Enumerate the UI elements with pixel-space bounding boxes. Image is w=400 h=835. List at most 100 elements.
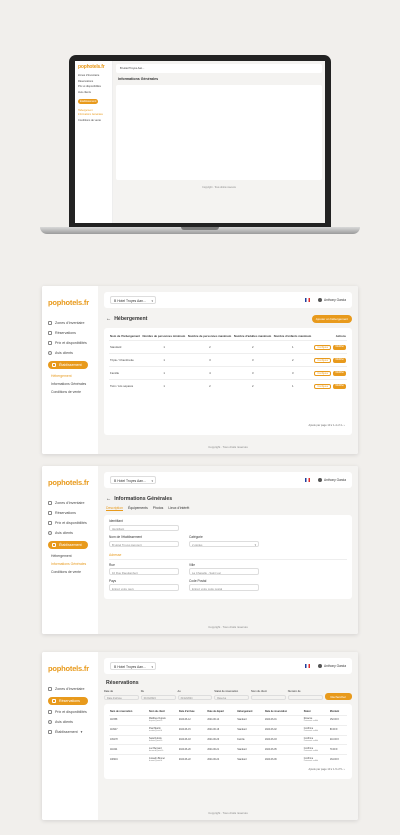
filter-input[interactable] [287, 694, 323, 700]
sidebar-subitem-infos[interactable]: Informations Générales [51, 382, 90, 386]
sidebar-item-reservations[interactable]: Réservations [48, 697, 88, 705]
sidebar-subitem-hebergement[interactable]: Hébergement [51, 554, 90, 558]
sidebar-item-avis[interactable]: Avis clients [48, 531, 90, 535]
panel-infos: pophotels.fr Zones d'Inventaire Réservat… [42, 466, 358, 634]
column-header[interactable]: Date d'arrivée [178, 708, 206, 716]
pagination[interactable]: Ajouts par page 10 ▾ 1-5 of 5 ‹ › [111, 768, 345, 771]
table-row[interactable]: 108219 Josselin Brunet brunet@mail.fr 202… [109, 754, 347, 764]
table-row[interactable]: Famille 1 4 3 3 Configurer Modifier [109, 366, 347, 380]
filter-input[interactable] [251, 694, 286, 700]
column-header[interactable]: Num de réservation [109, 708, 148, 716]
sidebar-subitem-conditions[interactable]: Conditions de vente [51, 570, 90, 574]
table-row[interactable]: 111558 Matthieu Dupuis dupuis@mail.fr 202… [109, 715, 347, 726]
table-row[interactable]: Triple / Chambrette 1 3 3 2 Configurer Mo… [109, 353, 347, 367]
sidebar-item-avis[interactable]: Avis clients [48, 720, 90, 724]
brand-logo[interactable]: pophotels.fr [48, 298, 90, 307]
cell-booking-date: 2024-06-05 [263, 744, 303, 755]
table-row[interactable]: Twin / Lits séparés 1 2 2 1 Configurer Mo… [109, 379, 347, 392]
modify-button[interactable]: Modifier [333, 357, 346, 363]
laptop-nav-hebergement[interactable]: Hébergement [78, 109, 109, 112]
sidebar-subitem-infos[interactable]: Informations Générales [51, 562, 90, 566]
hotel-select[interactable]: B Hotel Troyes Aan... ▾ [110, 662, 156, 670]
laptop-nav-infos[interactable]: Informations Générales [78, 113, 109, 116]
hotel-select[interactable]: B Hotel Troyes Aan... ▾ [110, 476, 156, 484]
french-flag-icon[interactable] [305, 664, 310, 668]
laptop-nav-reservations[interactable]: Réservations [78, 80, 109, 83]
table-row[interactable]: Standard 1 2 2 1 Configurer Modifier [109, 340, 347, 354]
modify-button[interactable]: Modifier [333, 383, 346, 389]
sidebar-item-reservations[interactable]: Réservations [48, 511, 90, 515]
add-hebergement-button[interactable]: Ajouter un hébergement [311, 315, 352, 323]
filter-input[interactable]: Date d'arrivée [104, 694, 139, 700]
sidebar-item-prix[interactable]: Prix et disponibilités [48, 521, 90, 525]
laptop-nav-prix[interactable]: Prix et disponibilités [78, 85, 109, 88]
table-row[interactable]: 110947 Paul Martin martin@mail.fr 2024-06… [109, 724, 347, 736]
column-header[interactable]: Date de réservation [264, 708, 303, 716]
laptop-nav-avis[interactable]: Avis clients [78, 91, 109, 94]
table-row[interactable]: 111624 Luc Bernard bernard@mail.fr 2024-0… [109, 744, 347, 755]
back-arrow-icon[interactable]: ← [106, 316, 111, 322]
modify-button[interactable]: Modifier [333, 370, 346, 376]
brand-logo[interactable]: pophotels.fr [48, 664, 90, 673]
nom-field[interactable]: B Hotel Troyes Aeroport [109, 540, 179, 547]
user-menu[interactable]: Anthony Garcia [318, 477, 346, 482]
laptop-nav-conditions[interactable]: Conditions de vente [78, 119, 109, 122]
configure-button[interactable]: Configurer [314, 383, 332, 389]
filter-input[interactable]: 01/01/2024 [140, 694, 176, 700]
sidebar-subitem-hebergement[interactable]: Hébergement [51, 374, 90, 378]
sidebar-item-etablissement[interactable]: Établissement ▾ [48, 730, 90, 734]
hotel-select[interactable]: B Hotel Troyes Aan... ▾ [110, 296, 156, 304]
sidebar-item-label: Prix et disponibilités [55, 341, 87, 345]
tab-description[interactable]: Description [106, 506, 123, 511]
brand-logo[interactable]: pophotels.fr [48, 478, 90, 487]
table-row[interactable]: 109178 Sara Dubois dubois@mail.fr 2024-06… [109, 734, 347, 745]
column-header[interactable]: Nombre d'enfants maximum [273, 332, 313, 341]
cell-name: Famille [109, 366, 142, 380]
sidebar-item-zones[interactable]: Zones d'Inventaire [48, 687, 90, 691]
sidebar-item-prix[interactable]: Prix et disponibilités [48, 341, 90, 345]
search-button[interactable]: Rechercher [324, 693, 353, 700]
configure-button[interactable]: Configurer [314, 357, 332, 363]
filter-input[interactable]: 31/12/2024 [177, 694, 213, 700]
categorie-select[interactable]: 2 étoiles ▾ [189, 540, 259, 547]
user-menu[interactable]: Anthony Garcia [318, 297, 346, 302]
back-arrow-icon[interactable]: ← [106, 496, 111, 502]
sidebar-item-etablissement[interactable]: Établissement [48, 541, 88, 549]
pagination[interactable]: Ajouts par page 10 ▾ 1-4 of 4 ‹ › [111, 424, 345, 427]
tab-lieux[interactable]: Lieux d'intérêt [168, 506, 189, 511]
tab-equipements[interactable]: Équipements [128, 506, 148, 511]
laptop-nav-etablissement[interactable]: Établissement [78, 99, 99, 104]
sidebar-item-zones[interactable]: Zones d'Inventaire [48, 321, 90, 325]
column-header[interactable]: Nombre de personnes minimum [141, 332, 186, 341]
column-header[interactable]: Date de départ [206, 708, 236, 716]
column-header[interactable]: Nombre de personnes maximum [187, 332, 233, 341]
sidebar-subitem-conditions[interactable]: Conditions de vente [51, 390, 90, 394]
ville-field[interactable]: La Chapelle - Saint Luc [189, 568, 259, 575]
configure-button[interactable]: Configurer [314, 370, 332, 376]
french-flag-icon[interactable] [305, 298, 310, 302]
cell-hebergement: Standard [236, 715, 264, 726]
sidebar-item-prix[interactable]: Prix et disponibilités [48, 710, 90, 714]
rue-field[interactable]: 10 Rue Raoulambert [109, 568, 179, 575]
configure-button[interactable]: Configurer [314, 344, 332, 350]
column-header[interactable]: Nom du client [148, 708, 178, 716]
column-header[interactable]: Hébergement [236, 708, 264, 716]
modify-button[interactable]: Modifier [333, 344, 346, 350]
laptop-nav-zones[interactable]: Zones d'Inventaire [78, 74, 109, 77]
user-menu[interactable]: Anthony Garcia [318, 663, 346, 668]
code-postal-field[interactable]: Entrez votre code postal [189, 584, 259, 591]
sidebar-item-zones[interactable]: Zones d'Inventaire [48, 501, 90, 505]
column-header[interactable]: Nombre d'adultes maximum [233, 332, 273, 341]
sidebar-item-etablissement[interactable]: Établissement [48, 361, 88, 369]
laptop-hotel-select[interactable]: B Hotel Troyes Aan... [120, 67, 144, 70]
identifiant-field[interactable]: Identifiant [109, 524, 179, 531]
sidebar-item-reservations[interactable]: Réservations [48, 331, 90, 335]
column-header[interactable]: Montant [329, 708, 347, 716]
french-flag-icon[interactable] [305, 478, 310, 482]
column-header[interactable]: Nom de l'hébergement [109, 332, 141, 341]
pays-field[interactable]: Entrez votre pays [109, 584, 179, 591]
tab-photos[interactable]: Photos [153, 506, 164, 511]
filter-input[interactable]: Réservé [214, 694, 249, 700]
column-header[interactable]: Statut [303, 708, 329, 716]
sidebar-item-avis[interactable]: Avis clients [48, 351, 90, 355]
